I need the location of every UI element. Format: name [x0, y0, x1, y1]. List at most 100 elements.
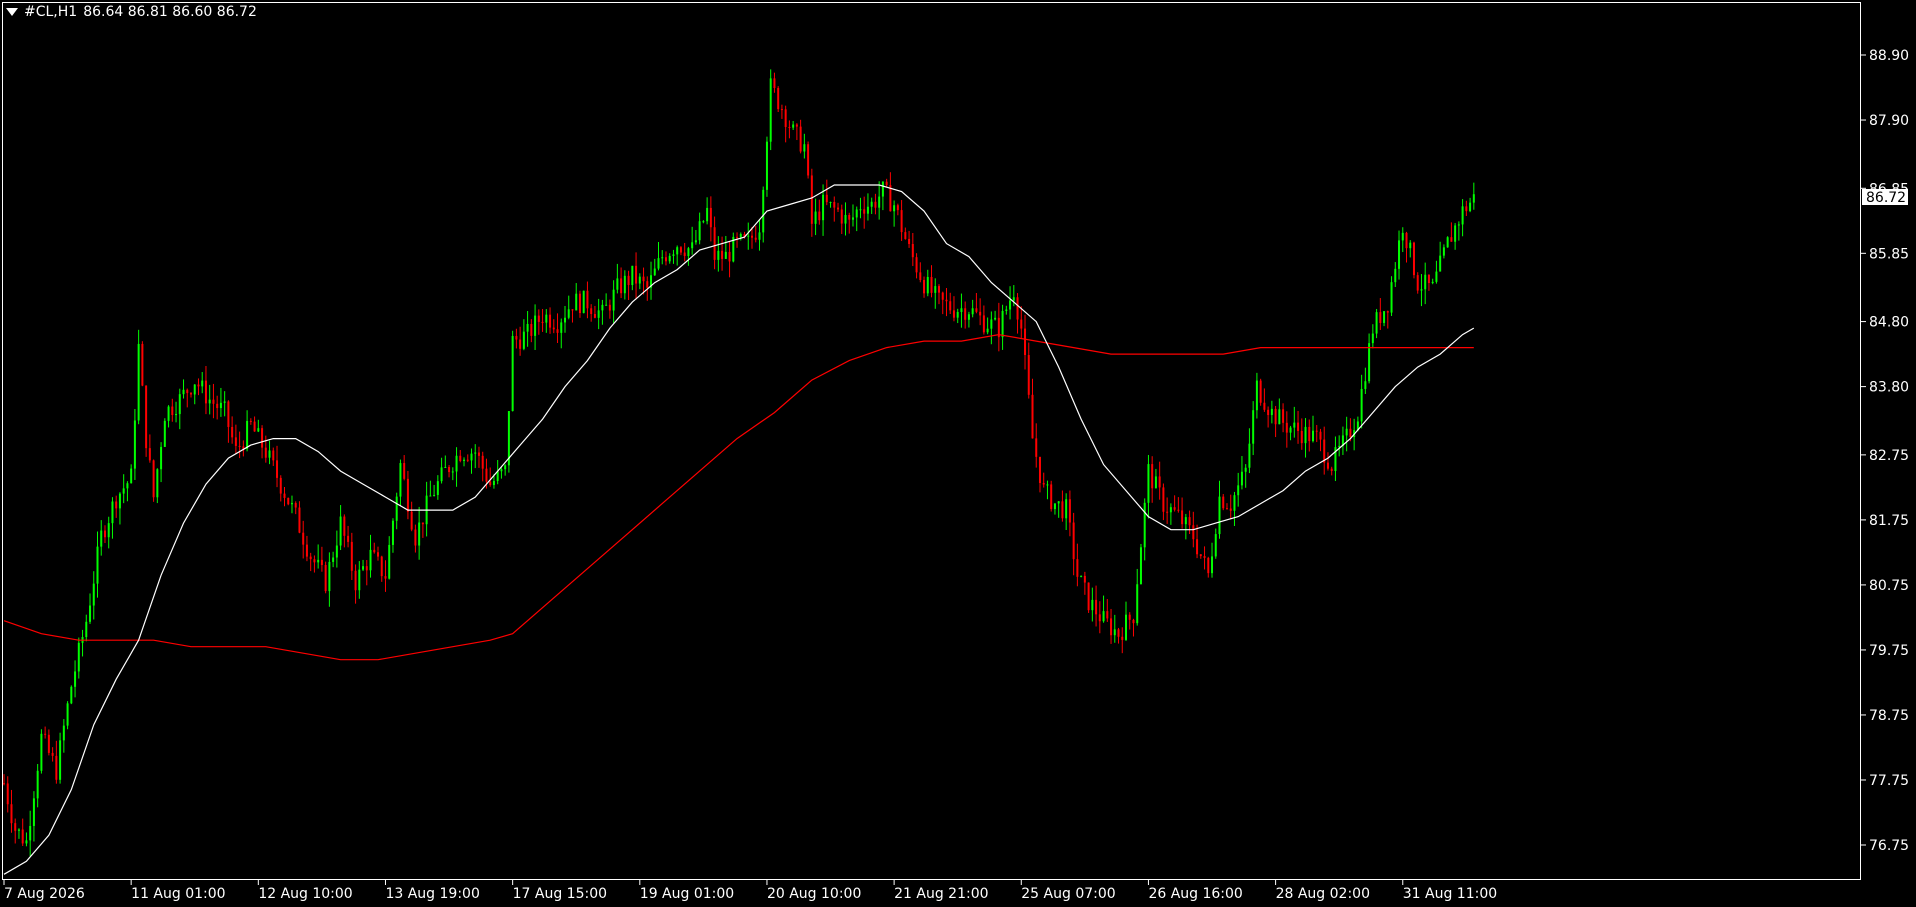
candle-body [175, 414, 178, 416]
y-tick-label: 82.75 [1869, 448, 1909, 464]
candle-body [934, 286, 937, 293]
candle-body [777, 88, 780, 110]
candle-body [1038, 456, 1041, 483]
candle-body [866, 206, 869, 214]
candle-body [466, 459, 469, 461]
candle-body [1248, 443, 1251, 468]
candle-body [1207, 557, 1210, 574]
candle-body [522, 331, 525, 349]
candle-body [204, 380, 207, 404]
candle-body [197, 384, 200, 387]
candle-body [1338, 445, 1341, 448]
candle-body [1450, 237, 1453, 242]
candle-body [1427, 274, 1430, 284]
candle-body [1454, 225, 1457, 242]
candle-body [388, 544, 391, 579]
candle-body [885, 181, 888, 186]
candle-body [941, 292, 944, 300]
candle-body [1304, 426, 1307, 444]
candle-body [724, 251, 727, 259]
candle-body [190, 393, 192, 395]
candle-body [653, 268, 656, 276]
candle-body [391, 520, 394, 545]
candle-body [893, 205, 896, 212]
candle-body [792, 124, 795, 128]
candle-body [1319, 431, 1322, 440]
candle-body [717, 250, 720, 260]
candle-body [1379, 312, 1382, 323]
candle-body [1091, 599, 1094, 611]
candle-body [1442, 247, 1445, 256]
chart-header: #CL,H1 86.64 86.81 86.60 86.72 [6, 4, 257, 20]
candle-body [1278, 409, 1281, 425]
candle-body [208, 399, 211, 404]
candle-body [1173, 507, 1176, 510]
candle-body [1128, 614, 1131, 620]
candle-body [317, 559, 320, 563]
candle-body [1383, 311, 1386, 323]
candle-body [500, 469, 503, 472]
candle-body [246, 420, 249, 449]
candle-body [335, 545, 338, 558]
candle-body [477, 452, 480, 456]
candle-body [305, 544, 308, 557]
candle-body [900, 210, 903, 233]
candle-body [1162, 487, 1165, 512]
candle-body [851, 217, 854, 220]
candle-body [193, 384, 196, 395]
candle-body [721, 250, 724, 259]
candle-body [964, 308, 967, 320]
candle-body [429, 495, 432, 497]
candle-body [186, 389, 189, 394]
candle-body [283, 493, 286, 498]
candle-body [1143, 502, 1146, 548]
candle-body [799, 126, 802, 152]
candle-body [795, 124, 798, 127]
candle-body [294, 503, 297, 508]
candle-body [803, 144, 806, 152]
candle-body [14, 823, 17, 831]
candle-body [1181, 510, 1184, 525]
dropdown-triangle-icon[interactable] [6, 8, 18, 16]
candle-body [1315, 430, 1318, 432]
candle-body [171, 406, 174, 416]
candle-body [238, 445, 241, 447]
candle-body [212, 399, 215, 404]
price-chart[interactable]: 88.9087.9086.8585.8584.8083.8082.7581.75… [0, 0, 1916, 907]
candle-body [156, 469, 159, 498]
x-tick-label: 13 Aug 19:00 [385, 886, 479, 902]
candle-body [1252, 410, 1255, 444]
candle-body [881, 181, 884, 197]
candle-body [290, 503, 293, 505]
candle-body [92, 583, 95, 606]
candle-body [1218, 496, 1221, 535]
candle-body [1255, 380, 1258, 411]
candle-body [874, 201, 877, 208]
candle-body [1057, 501, 1060, 504]
candle-body [1211, 556, 1214, 574]
candle-body [380, 556, 383, 577]
candle-body [1035, 438, 1038, 457]
candle-body [975, 308, 978, 312]
candle-body [1435, 271, 1438, 282]
candle-body [1263, 402, 1266, 410]
candle-body [148, 448, 151, 461]
candle-body [436, 481, 439, 495]
x-tick-label: 12 Aug 10:00 [258, 886, 352, 902]
candle-body [1024, 328, 1027, 356]
candle-body [986, 328, 989, 333]
x-tick-label: 20 Aug 10:00 [767, 886, 861, 902]
candle-body [657, 258, 660, 269]
candle-body [481, 455, 484, 469]
y-tick-label: 81.75 [1869, 513, 1909, 529]
candle-body [1282, 409, 1285, 423]
candle-body [1095, 599, 1098, 615]
y-tick-label: 77.75 [1869, 773, 1909, 789]
candle-body [534, 315, 537, 336]
candle-body [837, 207, 840, 210]
candle-body [320, 559, 323, 566]
candle-body [59, 740, 62, 780]
candle-body [1005, 309, 1008, 311]
candle-body [1177, 509, 1180, 511]
candle-body [1012, 297, 1015, 301]
